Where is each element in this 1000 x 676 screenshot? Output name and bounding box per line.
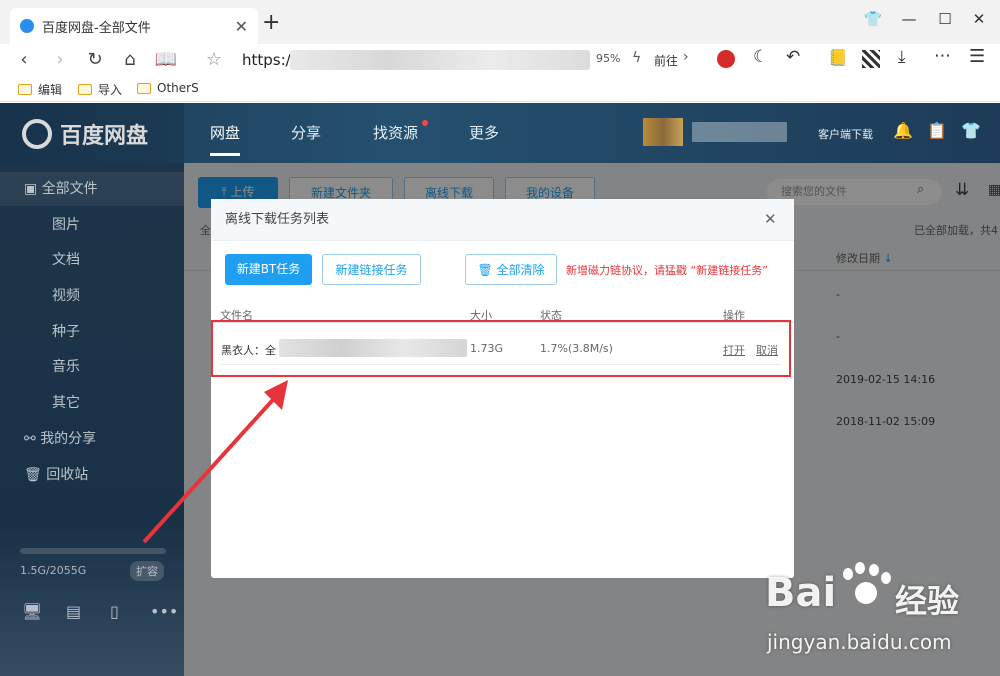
cancel-task-link[interactable]: 取消 (756, 342, 778, 358)
folder-icon (18, 84, 32, 95)
clipboard-icon[interactable]: 📋 (927, 121, 947, 140)
modal-close-icon[interactable]: ✕ (764, 210, 777, 228)
client-download-link[interactable]: 客户端下载 (818, 126, 873, 142)
watermark-brand-cn: 经验 (895, 582, 960, 620)
forward-icon[interactable]: › (50, 44, 70, 76)
modal-header: 离线下载任务列表 (211, 199, 794, 241)
qrcode-icon[interactable] (862, 50, 880, 68)
go-button[interactable]: 前往 (654, 52, 678, 69)
notes-icon[interactable]: 📒 (828, 48, 848, 67)
url-blurred (290, 50, 590, 70)
watermark-url: jingyan.baidu.com (767, 630, 952, 654)
bookmarks-bar: 编辑 导入 OtherS (0, 76, 1000, 102)
nav-netdisk[interactable]: 网盘 (210, 122, 241, 156)
adblock-icon[interactable] (717, 50, 735, 68)
bookmark-folder[interactable]: 编辑 (18, 81, 62, 98)
zoom-level: 95% (596, 52, 621, 65)
back-icon[interactable]: ‹ (14, 44, 34, 76)
divider (221, 364, 781, 365)
download-icon[interactable]: ⤓ (898, 47, 906, 67)
paw-icon (839, 562, 893, 612)
task-status: 1.7%(3.8M/s) (540, 342, 613, 355)
night-mode-icon[interactable]: ☾ (753, 47, 768, 67)
lightning-icon: ϟ (632, 50, 642, 66)
home-icon[interactable]: ⌂ (118, 44, 142, 76)
avatar[interactable] (643, 118, 683, 146)
tab-title: 百度网盘-全部文件 (42, 20, 151, 36)
open-task-link[interactable]: 打开 (723, 342, 745, 358)
notification-dot (422, 120, 428, 126)
close-window-icon[interactable]: ✕ (967, 10, 991, 28)
folder-icon (78, 84, 92, 95)
bookmark-star-icon[interactable]: ☆ (203, 44, 225, 76)
new-bt-task-button[interactable]: 新建BT任务 (225, 254, 312, 285)
bookmark-folder[interactable]: 导入 (78, 81, 122, 98)
new-tab-button[interactable]: + (262, 10, 280, 35)
url-text[interactable]: https:// (242, 44, 296, 76)
nav-find-resource[interactable]: 找资源 (373, 122, 418, 143)
watermark-brand: Bai (765, 570, 837, 616)
tab-close-icon[interactable]: ✕ (235, 17, 248, 36)
more-icon[interactable]: ⋯ (934, 46, 951, 66)
task-size: 1.73G (470, 342, 504, 355)
folder-icon (137, 82, 151, 94)
red-arrow-annotation (142, 380, 288, 544)
browser-nav-bar: ‹ › ↻ ⌂ 📖 ☆ https:// 95% ϟ 前往 › ☾ ↶ 📒 ⤓ … (0, 44, 1000, 76)
undo-icon[interactable]: ↶ (786, 47, 800, 67)
shirt-skin-icon[interactable]: 👕 (961, 121, 981, 140)
trash-icon: 🗑 (477, 263, 497, 277)
clear-all-button[interactable]: 🗑 全部清除 (465, 254, 557, 285)
task-filename: 黑衣人：全 (221, 344, 276, 357)
modal-title: 离线下载任务列表 (225, 212, 330, 227)
filename-blurred (279, 339, 467, 357)
bell-icon[interactable]: 🔔 (893, 121, 913, 140)
reader-icon[interactable]: 📖 (154, 44, 178, 76)
nav-share[interactable]: 分享 (291, 122, 321, 143)
reload-icon[interactable]: ↻ (84, 44, 106, 76)
username-blurred[interactable] (692, 122, 787, 142)
nav-more[interactable]: 更多 (469, 122, 499, 143)
minimize-icon[interactable]: — (897, 10, 921, 28)
bookmark-folder[interactable]: OtherS (137, 81, 199, 95)
magnet-notice: 新增磁力链协议，请猛戳 “新建链接任务” (566, 264, 768, 277)
menu-icon[interactable]: ☰ (969, 46, 985, 67)
browser-tab[interactable]: 百度网盘-全部文件 ✕ (10, 8, 258, 44)
chevron-right-icon[interactable]: › (683, 49, 689, 65)
maximize-icon[interactable]: ☐ (933, 10, 957, 28)
new-link-task-button[interactable]: 新建链接任务 (322, 254, 421, 285)
shirt-icon[interactable]: 👕 (861, 10, 885, 28)
baidu-pan-favicon (20, 19, 34, 33)
